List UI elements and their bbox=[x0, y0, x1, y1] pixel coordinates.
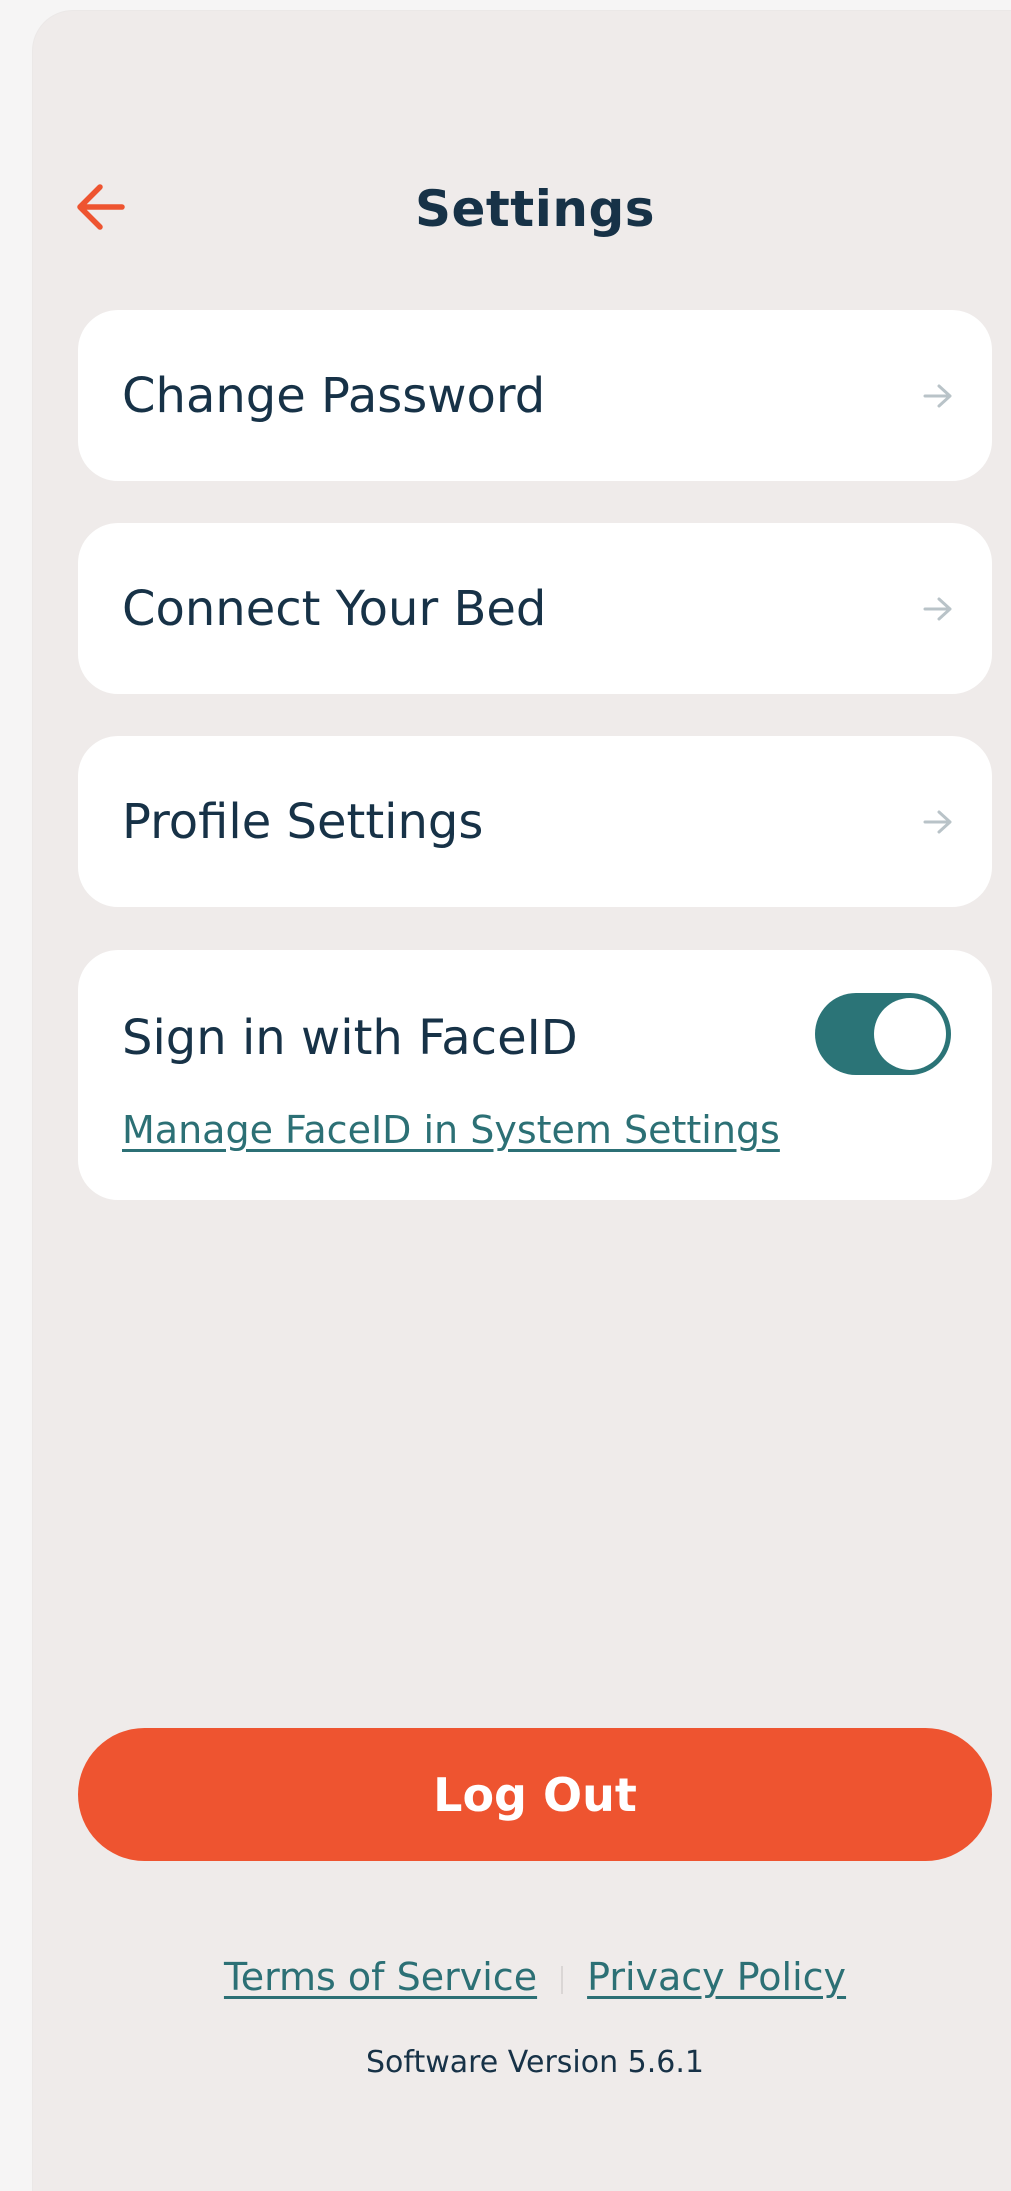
logout-button[interactable]: Log Out bbox=[78, 1728, 992, 1861]
connect-bed-row[interactable]: Connect Your Bed bbox=[78, 523, 992, 694]
profile-settings-row[interactable]: Profile Settings bbox=[78, 736, 992, 907]
footer-divider bbox=[561, 1965, 564, 1994]
software-version: Software Version 5.6.1 bbox=[366, 2045, 704, 2080]
change-password-row[interactable]: Change Password bbox=[78, 310, 992, 481]
profile-settings-label: Profile Settings bbox=[122, 793, 484, 850]
connect-bed-label: Connect Your Bed bbox=[122, 580, 547, 637]
terms-of-service-link[interactable]: Terms of Service bbox=[224, 1955, 537, 1999]
arrow-right-icon bbox=[923, 810, 952, 833]
arrow-right-icon bbox=[923, 597, 952, 620]
page-title: Settings bbox=[414, 180, 655, 238]
faceid-toggle[interactable] bbox=[815, 993, 951, 1075]
footer-links: Terms of Service Privacy Policy bbox=[0, 1955, 1011, 1999]
arrow-right-icon bbox=[923, 384, 952, 407]
faceid-card: Sign in with FaceID bbox=[78, 950, 992, 1200]
faceid-label: Sign in with FaceID bbox=[122, 1010, 578, 1066]
change-password-label: Change Password bbox=[122, 367, 546, 424]
privacy-policy-link[interactable]: Privacy Policy bbox=[587, 1955, 846, 1999]
toggle-knob bbox=[874, 998, 946, 1070]
manage-faceid-link[interactable]: Manage FaceID in System Settings bbox=[122, 1108, 780, 1152]
